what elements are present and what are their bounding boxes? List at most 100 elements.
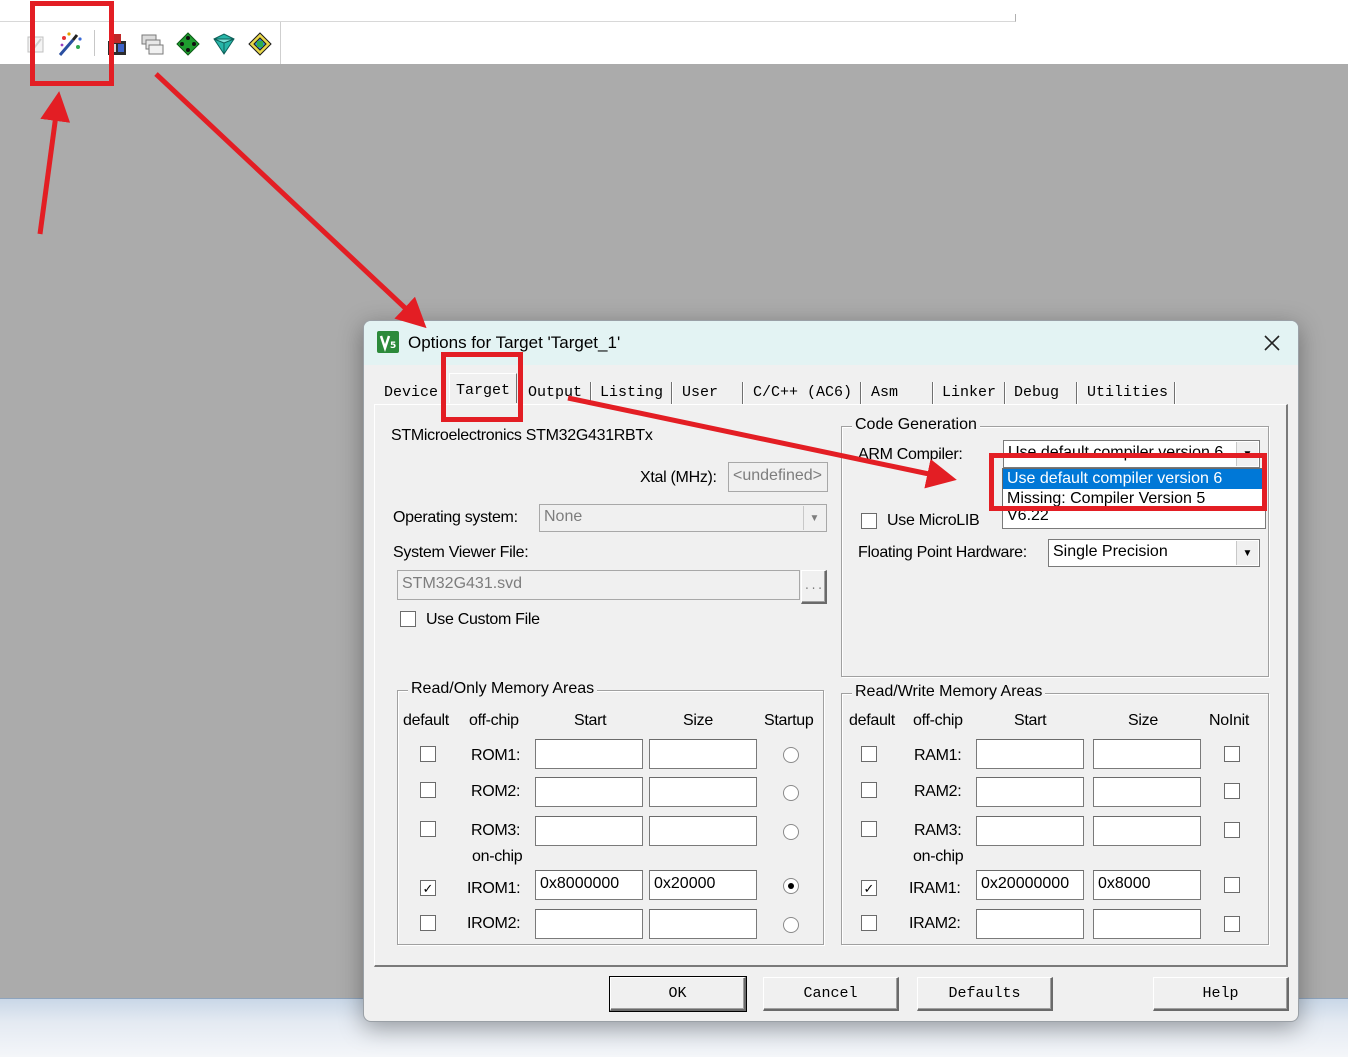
- defaults-button[interactable]: Defaults: [917, 977, 1053, 1011]
- ram3-noinit-checkbox[interactable]: [1224, 822, 1240, 838]
- rom-onchip-label: on-chip: [472, 848, 523, 865]
- irom1-start-input[interactable]: 0x8000000: [535, 870, 643, 900]
- irom1-label: IROM1:: [467, 880, 521, 897]
- use-microlib-label: Use MicroLIB: [887, 512, 980, 529]
- tab-divider: [742, 382, 744, 404]
- ram1-default-checkbox[interactable]: [861, 746, 877, 762]
- use-custom-file-checkbox[interactable]: [400, 611, 416, 627]
- chevron-down-icon: ▼: [1236, 442, 1258, 466]
- ok-button[interactable]: OK: [609, 976, 747, 1012]
- fph-select[interactable]: Single Precision ▼: [1048, 539, 1260, 567]
- rom3-size-input[interactable]: [649, 816, 757, 846]
- magic-wand-icon[interactable]: [56, 30, 84, 58]
- xtal-input[interactable]: <undefined>: [728, 462, 828, 492]
- os-select[interactable]: None ▼: [539, 504, 827, 532]
- irom1-default-checkbox[interactable]: ✓: [420, 880, 436, 896]
- irom2-startup-radio[interactable]: [783, 917, 799, 933]
- iram1-size-input[interactable]: 0x8000: [1093, 870, 1201, 900]
- arm-compiler-value: Use default compiler version 6: [1008, 444, 1224, 461]
- help-button[interactable]: Help: [1153, 977, 1289, 1011]
- code-generation-title: Code Generation: [852, 416, 980, 434]
- ram2-size-input[interactable]: [1093, 777, 1201, 807]
- ram-header-noinit: NoInit: [1209, 712, 1249, 729]
- checkbox-icon[interactable]: [22, 30, 50, 58]
- green-diamond-icon[interactable]: [174, 30, 202, 58]
- rom-header-default: default: [403, 712, 449, 729]
- ram3-size-input[interactable]: [1093, 816, 1201, 846]
- tab-output[interactable]: Output: [528, 376, 582, 406]
- ram3-default-checkbox[interactable]: [861, 821, 877, 837]
- file-extension-icon[interactable]: [103, 30, 131, 58]
- manage-runtime-icon[interactable]: [246, 30, 274, 58]
- svd-input[interactable]: STM32G431.svd: [397, 570, 800, 600]
- svd-browse-button[interactable]: ...: [801, 570, 827, 604]
- tab-asm[interactable]: Asm: [871, 376, 898, 406]
- rom1-startup-radio[interactable]: [783, 747, 799, 763]
- irom2-label: IROM2:: [467, 915, 521, 932]
- rom2-start-input[interactable]: [535, 777, 643, 807]
- rom3-startup-radio[interactable]: [783, 824, 799, 840]
- close-icon[interactable]: [1260, 331, 1284, 355]
- tab-target[interactable]: Target: [449, 373, 518, 403]
- ram1-start-input[interactable]: [976, 739, 1084, 769]
- iram1-default-checkbox[interactable]: ✓: [861, 880, 877, 896]
- tab-device[interactable]: Device: [384, 376, 438, 406]
- chevron-down-icon: ▼: [803, 506, 825, 530]
- compiler-option-missing-5[interactable]: Missing: Compiler Version 5: [1003, 489, 1263, 509]
- tab-divider: [932, 382, 934, 404]
- tab-linker[interactable]: Linker: [942, 376, 996, 406]
- ram3-start-input[interactable]: [976, 816, 1084, 846]
- tab-cpp[interactable]: C/C++ (AC6): [753, 376, 852, 406]
- rom1-default-checkbox[interactable]: [420, 746, 436, 762]
- irom1-size-input[interactable]: 0x20000: [649, 870, 757, 900]
- iram2-start-input[interactable]: [976, 909, 1084, 939]
- ram2-noinit-checkbox[interactable]: [1224, 783, 1240, 799]
- rom3-start-input[interactable]: [535, 816, 643, 846]
- iram2-noinit-checkbox[interactable]: [1224, 916, 1240, 932]
- target-tab-panel: STMicroelectronics STM32G431RBTx Xtal (M…: [374, 404, 1288, 967]
- rom2-default-checkbox[interactable]: [420, 782, 436, 798]
- fph-label: Floating Point Hardware:: [858, 544, 1027, 561]
- fph-value: Single Precision: [1053, 543, 1168, 560]
- cancel-button[interactable]: Cancel: [763, 977, 899, 1011]
- arrow-to-dialog: [154, 72, 427, 329]
- tab-listing[interactable]: Listing: [600, 376, 663, 406]
- ram1-size-input[interactable]: [1093, 739, 1201, 769]
- iram1-noinit-checkbox[interactable]: [1224, 877, 1240, 893]
- irom2-start-input[interactable]: [535, 909, 643, 939]
- rom3-default-checkbox[interactable]: [420, 821, 436, 837]
- tab-divider: [671, 382, 673, 404]
- code-generation-group: Code Generation ARM Compiler: Use defaul…: [841, 416, 1269, 677]
- use-microlib-checkbox[interactable]: [861, 513, 877, 529]
- ram-header-size: Size: [1128, 712, 1158, 729]
- rom-header-startup: Startup: [764, 712, 814, 729]
- ram2-start-input[interactable]: [976, 777, 1084, 807]
- manage-multi-project-icon[interactable]: [138, 30, 166, 58]
- tab-utilities[interactable]: Utilities: [1087, 376, 1168, 406]
- menu-strip-edge: [0, 14, 1016, 22]
- tab-debug[interactable]: Debug: [1014, 376, 1059, 406]
- arm-compiler-select[interactable]: Use default compiler version 6 ▼: [1003, 440, 1260, 468]
- irom2-size-input[interactable]: [649, 909, 757, 939]
- iram2-default-checkbox[interactable]: [861, 915, 877, 931]
- rom2-startup-radio[interactable]: [783, 785, 799, 801]
- tab-user[interactable]: User: [682, 376, 718, 406]
- dialog-titlebar: 5 Options for Target 'Target_1': [364, 321, 1298, 365]
- read-write-memory-group: Read/Write Memory Areas default off-chip…: [841, 683, 1269, 945]
- pack-installer-icon[interactable]: [210, 30, 238, 58]
- compiler-option-default-6[interactable]: Use default compiler version 6: [1003, 469, 1263, 489]
- ram-header-default: default: [849, 712, 895, 729]
- rom1-label: ROM1:: [471, 747, 521, 764]
- os-label: Operating system:: [393, 509, 518, 526]
- ram2-default-checkbox[interactable]: [861, 782, 877, 798]
- irom1-startup-radio[interactable]: [783, 878, 799, 894]
- rom1-size-input[interactable]: [649, 739, 757, 769]
- irom2-default-checkbox[interactable]: [420, 915, 436, 931]
- chevron-down-icon: ▼: [1236, 541, 1258, 565]
- iram1-start-input[interactable]: 0x20000000: [976, 870, 1084, 900]
- iram2-size-input[interactable]: [1093, 909, 1201, 939]
- ram1-noinit-checkbox[interactable]: [1224, 746, 1240, 762]
- rom1-start-input[interactable]: [535, 739, 643, 769]
- rom2-size-input[interactable]: [649, 777, 757, 807]
- dialog-title: Options for Target 'Target_1': [408, 333, 621, 352]
